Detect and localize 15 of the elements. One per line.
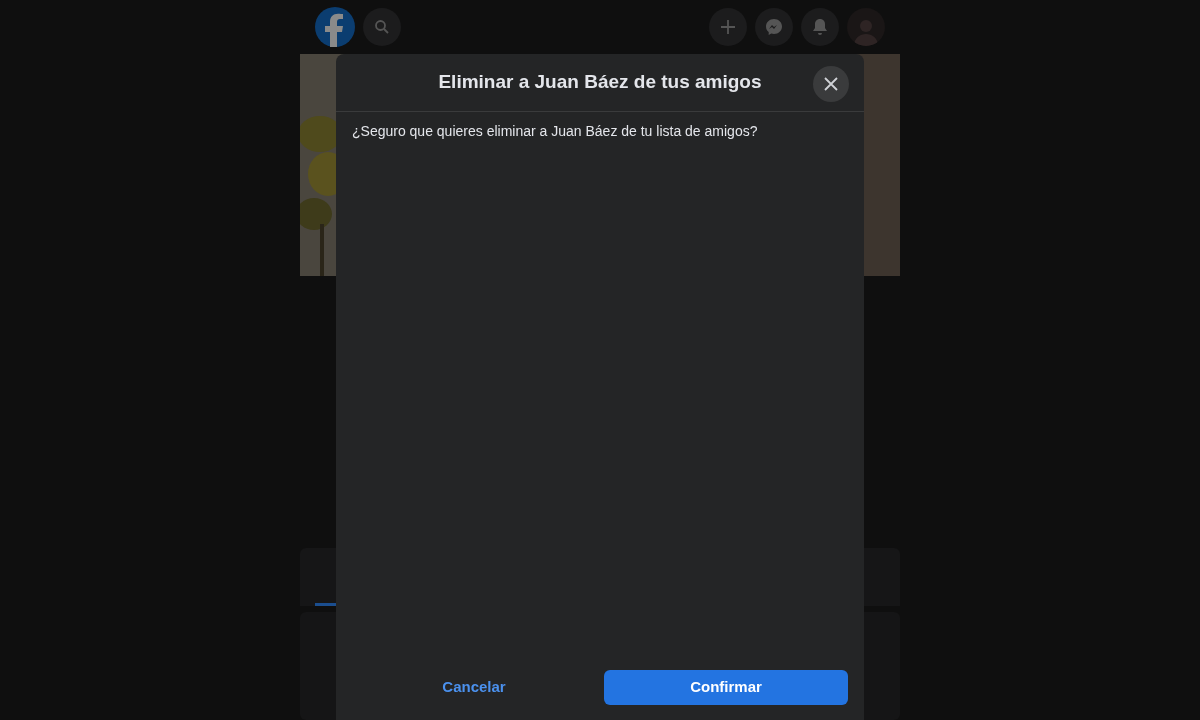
notifications-button[interactable] (801, 8, 839, 46)
messenger-icon (765, 18, 783, 36)
dialog-message: ¿Seguro que quieres eliminar a Juan Báez de tu lista de amigos? (352, 122, 759, 141)
confirm-button[interactable]: Confirmar (604, 670, 848, 705)
bell-icon (812, 18, 828, 36)
create-button[interactable] (709, 8, 747, 46)
search-button[interactable] (363, 8, 401, 46)
logo-icon[interactable] (315, 7, 355, 47)
close-button[interactable] (813, 66, 849, 102)
dialog-title: Eliminar a Juan Báez de tus amigos (438, 70, 762, 95)
close-icon (824, 77, 838, 91)
messenger-button[interactable] (755, 8, 793, 46)
plus-icon (720, 19, 736, 35)
cancel-button[interactable]: Cancelar (434, 670, 514, 705)
search-icon (374, 19, 390, 35)
